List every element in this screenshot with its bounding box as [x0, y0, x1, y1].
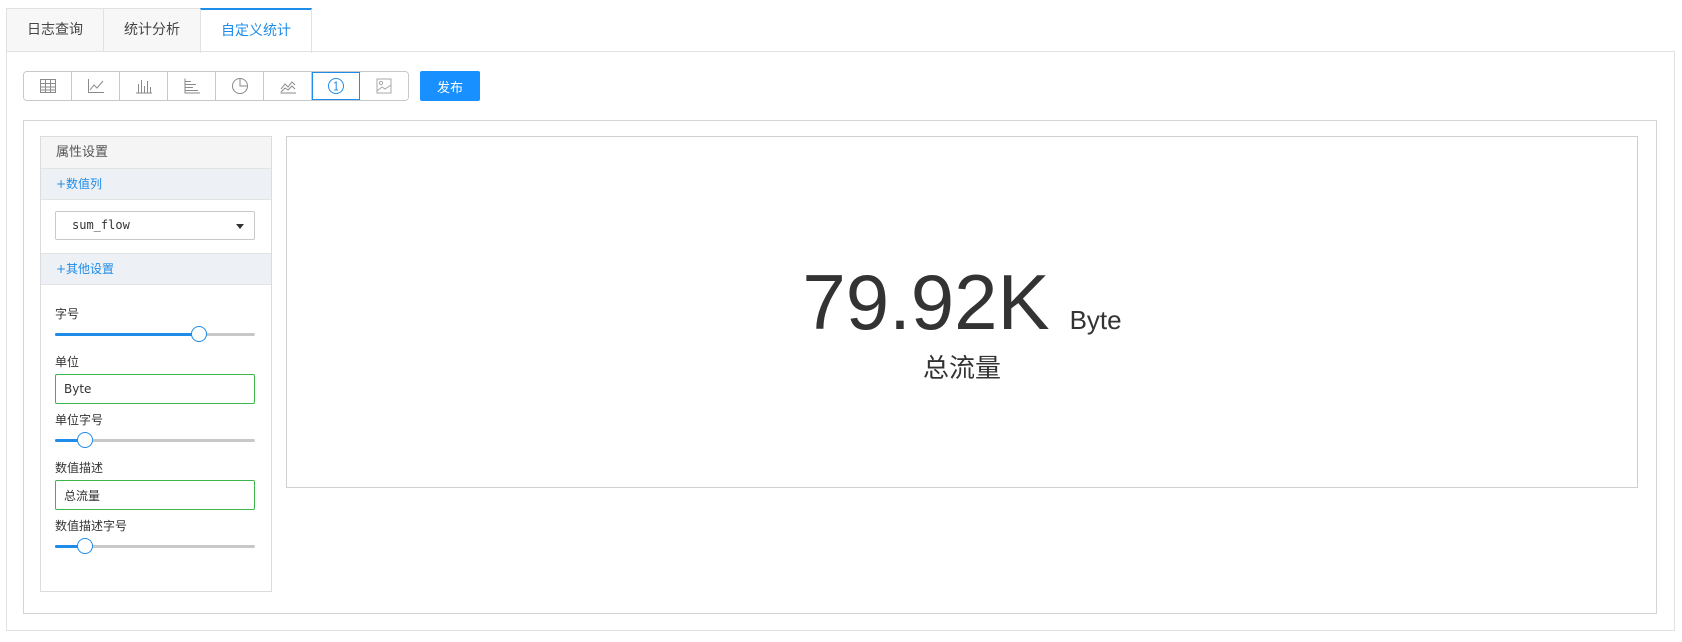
tab-custom-statistics[interactable]: 自定义统计	[200, 8, 312, 53]
image-icon	[376, 78, 392, 94]
metric-row: 79.92K Byte	[287, 257, 1637, 348]
chart-type-pie-button[interactable]	[216, 72, 264, 100]
slider-handle[interactable]	[77, 432, 93, 448]
chart-type-single-value-button[interactable]	[312, 72, 360, 100]
table-icon	[39, 79, 56, 93]
value-description-font-size-slider[interactable]	[55, 538, 255, 554]
bar-chart-icon	[135, 80, 152, 94]
font-size-label: 字号	[55, 307, 80, 321]
chart-type-group	[23, 71, 409, 101]
line-chart-icon	[87, 79, 104, 93]
unit-font-size-slider[interactable]	[55, 432, 255, 448]
tab-statistical-analysis[interactable]: 统计分析	[103, 8, 201, 51]
value-description-label: 数值描述	[55, 461, 104, 475]
value-description-input[interactable]	[55, 480, 255, 510]
metric-value: 79.92K	[802, 258, 1050, 346]
unit-font-size-label: 单位字号	[55, 413, 104, 427]
horizontal-bar-chart-icon	[184, 78, 200, 94]
area-chart-icon	[280, 81, 296, 94]
slider-fill	[55, 333, 199, 336]
value-column-select[interactable]: sum_flow	[55, 211, 255, 240]
pie-chart-icon	[231, 78, 248, 94]
unit-input[interactable]	[55, 374, 255, 404]
other-settings-section-toggle[interactable]: +其他设置	[41, 253, 271, 285]
property-settings-panel: 属性设置 +数值列 sum_flow +其他设置 字号 单位 单位字号 数值描述…	[40, 136, 272, 592]
chart-type-table-button[interactable]	[24, 72, 72, 100]
slider-handle[interactable]	[191, 326, 207, 342]
publish-button[interactable]: 发布	[420, 71, 480, 101]
chart-type-area-button[interactable]	[264, 72, 312, 100]
chart-type-horizontal-bar-button[interactable]	[168, 72, 216, 100]
single-value-icon	[328, 78, 344, 94]
value-column-selected: sum_flow	[72, 218, 130, 232]
chart-type-line-button[interactable]	[72, 72, 120, 100]
value-column-section-toggle[interactable]: +数值列	[41, 169, 271, 200]
font-size-slider[interactable]	[55, 326, 255, 342]
chart-type-bar-button[interactable]	[120, 72, 168, 100]
tab-log-query[interactable]: 日志查询	[6, 8, 104, 51]
single-value-preview: 79.92K Byte 总流量	[286, 136, 1638, 488]
chevron-down-icon	[236, 224, 244, 229]
metric-description: 总流量	[922, 354, 1001, 384]
metric-unit: Byte	[1069, 305, 1122, 335]
tab-bar: 日志查询 统计分析 自定义统计	[6, 8, 312, 53]
chart-toolbar: 发布	[23, 71, 480, 101]
slider-handle[interactable]	[77, 538, 93, 554]
value-description-font-size-label: 数值描述字号	[55, 519, 128, 533]
chart-type-image-button[interactable]	[360, 72, 408, 100]
property-settings-title: 属性设置	[41, 137, 271, 169]
unit-label: 单位	[55, 355, 80, 369]
